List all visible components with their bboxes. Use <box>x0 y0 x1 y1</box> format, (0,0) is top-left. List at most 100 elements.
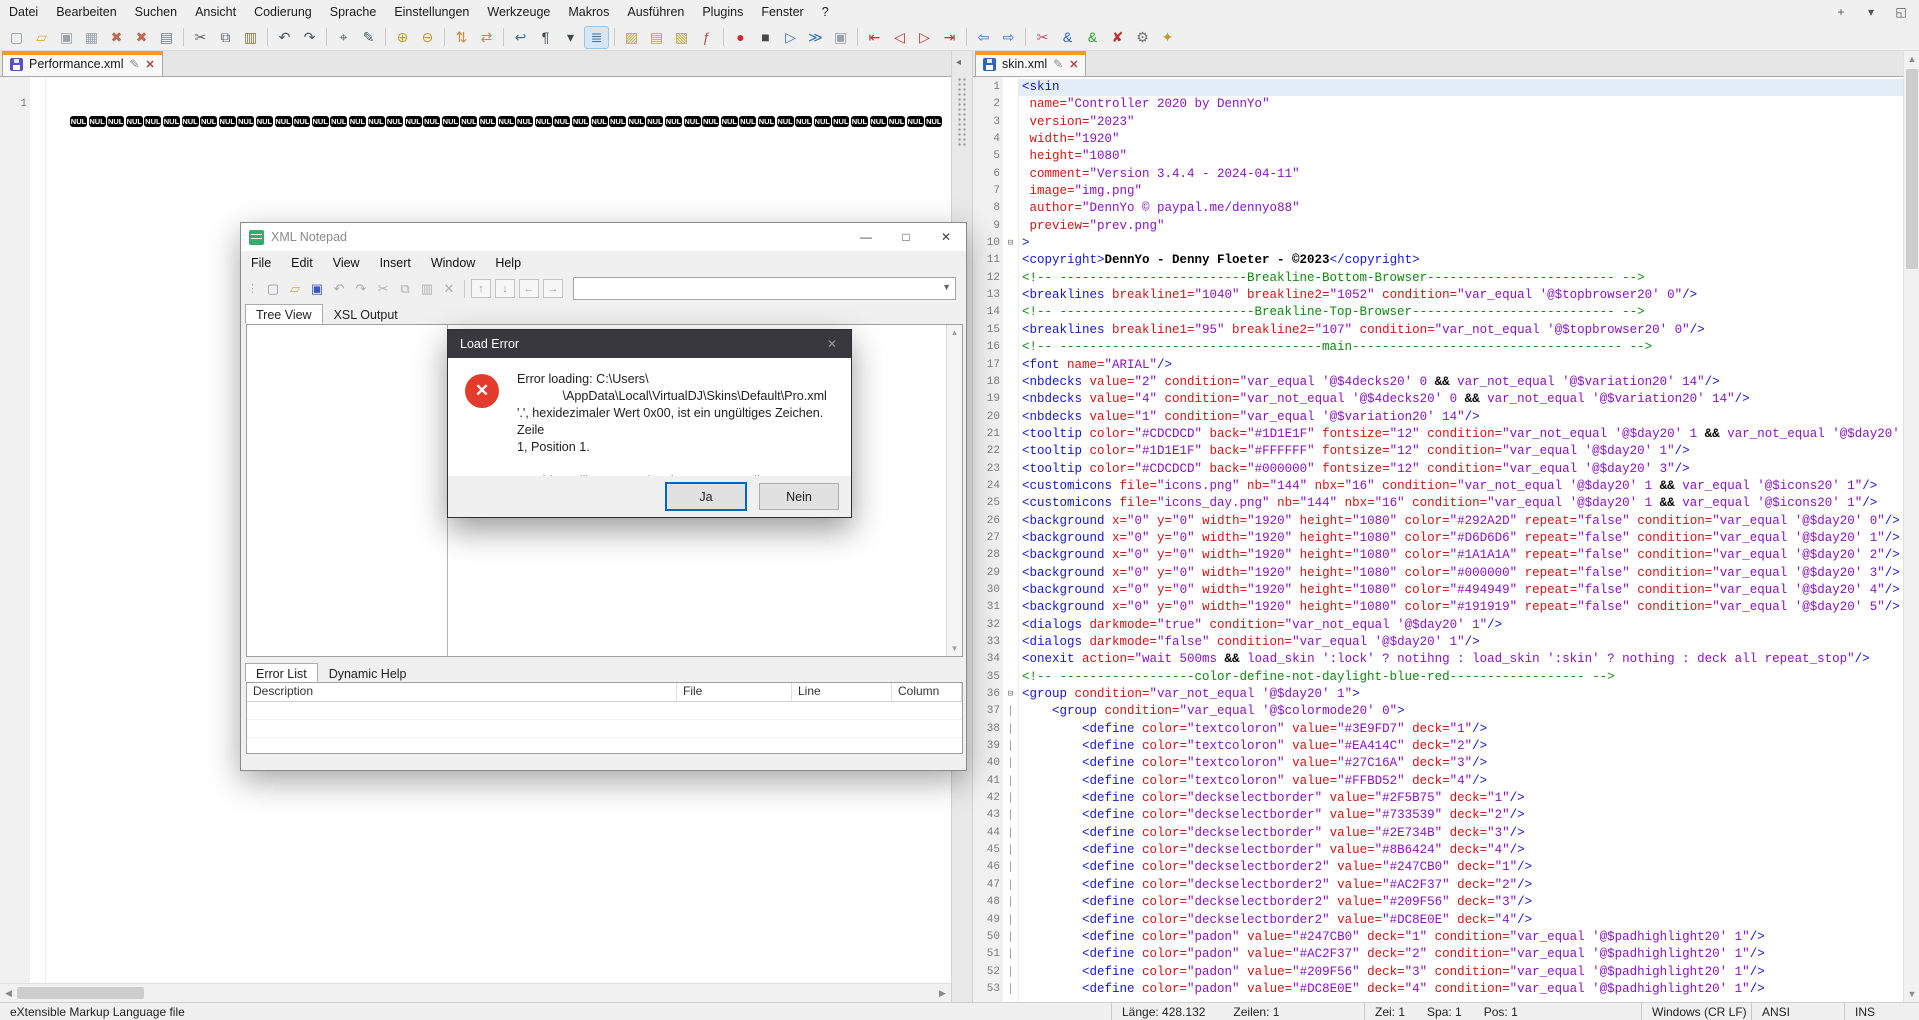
plugin-convert-entities-alt-icon[interactable]: & <box>1081 27 1104 48</box>
vscroll-thumb[interactable] <box>1906 69 1918 269</box>
last-difference-icon[interactable]: ⇥ <box>938 27 961 48</box>
column-header-line[interactable]: Line <box>792 683 892 701</box>
xn-menu-edit[interactable]: Edit <box>281 252 323 274</box>
xn-menu-window[interactable]: Window <box>421 252 485 274</box>
save-macro-icon[interactable]: ▣ <box>829 27 852 48</box>
menu-ausfhren[interactable]: Ausführen <box>618 1 693 23</box>
save-icon[interactable]: ▣ <box>55 27 78 48</box>
menu-fenster[interactable]: Fenster <box>752 1 812 23</box>
xn-menu-view[interactable]: View <box>323 252 370 274</box>
plugin-convert-entities-icon[interactable]: & <box>1056 27 1079 48</box>
scroll-down-icon[interactable]: ▼ <box>947 644 962 653</box>
dialog-titlebar[interactable]: Load Error ✕ <box>448 330 851 358</box>
right-editor[interactable]: 1<skin2 name="Controller 2020 by DennYo"… <box>973 77 1903 1002</box>
paste-icon[interactable]: ▥ <box>417 279 438 299</box>
scroll-left-icon[interactable]: ◀ <box>0 988 17 999</box>
undo-icon[interactable]: ↶ <box>273 27 296 48</box>
tab-error-list[interactable]: Error List <box>245 663 318 682</box>
open-folder-icon[interactable]: ▱ <box>30 27 53 48</box>
zoom-in-icon[interactable]: ⊕ <box>391 27 414 48</box>
nudge-right-icon[interactable]: → <box>543 279 563 298</box>
tab-tree-view[interactable]: Tree View <box>245 304 323 324</box>
save-all-icon[interactable]: ▦ <box>80 27 103 48</box>
collapse-arrow-icon[interactable]: ◂ <box>956 57 961 68</box>
chevron-down-icon[interactable]: ▼ <box>942 282 951 292</box>
scroll-up-icon[interactable]: ▲ <box>1904 54 1919 64</box>
menu-bearbeiten[interactable]: Bearbeiten <box>47 1 125 23</box>
close-icon[interactable]: ✕ <box>926 226 966 248</box>
right-vscrollbar[interactable]: ▲ ▼ <box>1903 51 1919 1002</box>
pin-icon[interactable]: ✎ <box>129 57 139 71</box>
ja-button[interactable]: Ja <box>665 482 747 511</box>
error-list-panel[interactable]: DescriptionFileLineColumn <box>246 682 963 754</box>
plugin-xml-check-icon[interactable]: ✘ <box>1106 27 1129 48</box>
chevron-down-icon[interactable]: ▾ <box>1863 5 1879 19</box>
plugin-format-icon[interactable]: ⚙ <box>1131 27 1154 48</box>
xn-menu-insert[interactable]: Insert <box>370 252 421 274</box>
cut-icon[interactable]: ✂ <box>189 27 212 48</box>
column-header-description[interactable]: Description <box>247 683 677 701</box>
close-document-icon[interactable]: ✖ <box>105 27 128 48</box>
zoom-out-icon[interactable]: ⊖ <box>416 27 439 48</box>
status-encoding[interactable]: ANSI <box>1752 1003 1845 1020</box>
open-folder-icon[interactable]: ▱ <box>285 279 306 299</box>
menu-plugins[interactable]: Plugins <box>693 1 752 23</box>
sync-horizontal-scrolling-icon[interactable]: ⇄ <box>475 27 498 48</box>
tab-xsl-output[interactable]: XSL Output <box>323 304 409 324</box>
menu-?[interactable]: ? <box>813 1 838 23</box>
left-hscrollbar[interactable]: ◀ ▶ <box>0 983 951 1002</box>
document-list-icon[interactable]: ▤ <box>645 27 668 48</box>
new-file-icon[interactable]: ▢ <box>263 279 284 299</box>
pin-icon[interactable]: ✎ <box>1053 57 1063 71</box>
minimize-icon[interactable]: — <box>846 226 886 248</box>
save-icon[interactable]: ▣ <box>307 279 328 299</box>
close-all-documents-icon[interactable]: ✖ <box>130 27 153 48</box>
menu-werkzeuge[interactable]: Werkzeuge <box>478 1 559 23</box>
first-difference-icon[interactable]: ⇤ <box>863 27 886 48</box>
redo-icon[interactable]: ↷ <box>298 27 321 48</box>
new-file-icon[interactable]: ▢ <box>5 27 28 48</box>
menu-datei[interactable]: Datei <box>0 1 47 23</box>
undo-icon[interactable]: ↶ <box>329 279 350 299</box>
play-macro-icon[interactable]: ▷ <box>779 27 802 48</box>
tab-performance-xml[interactable]: Performance.xml ✎ ✕ <box>2 51 163 76</box>
xpath-combobox[interactable]: ▼ <box>573 277 956 300</box>
paste-icon[interactable]: ▥ <box>239 27 262 48</box>
xn-menu-file[interactable]: File <box>241 252 281 274</box>
delete-icon[interactable]: ✕ <box>439 279 460 299</box>
function-list-icon[interactable]: ƒ <box>695 27 718 48</box>
nein-button[interactable]: Nein <box>759 483 839 510</box>
close-tab-icon[interactable]: ✕ <box>1069 58 1078 71</box>
sync-vertical-scrolling-icon[interactable]: ⇅ <box>450 27 473 48</box>
navigate-back-icon[interactable]: ⇦ <box>972 27 995 48</box>
column-header-file[interactable]: File <box>677 683 792 701</box>
replace-icon[interactable]: ✎ <box>357 27 380 48</box>
indent-guide-icon[interactable]: ≣ <box>584 26 609 49</box>
splitter-grip[interactable] <box>957 77 967 147</box>
xml-notepad-titlebar[interactable]: XML Notepad —□✕ <box>241 223 966 251</box>
menu-ansicht[interactable]: Ansicht <box>186 1 245 23</box>
show-all-characters-icon[interactable]: ¶ <box>534 27 557 48</box>
new-tab-icon[interactable]: + <box>1833 5 1849 19</box>
copy-icon[interactable]: ⧉ <box>395 279 416 299</box>
menu-suchen[interactable]: Suchen <box>126 1 186 23</box>
menu-codierung[interactable]: Codierung <box>245 1 321 23</box>
column-header-column[interactable]: Column <box>892 683 962 701</box>
close-icon[interactable]: ✕ <box>813 337 851 351</box>
navigate-forward-icon[interactable]: ⇨ <box>997 27 1020 48</box>
menu-sprache[interactable]: Sprache <box>321 1 386 23</box>
stop-recording-icon[interactable]: ■ <box>754 27 777 48</box>
restore-window-icon[interactable]: ◱ <box>1893 5 1909 19</box>
status-insert-mode[interactable]: INS <box>1845 1003 1919 1020</box>
run-macro-multiple-times-icon[interactable]: ≫ <box>804 27 827 48</box>
print-icon[interactable]: ▤ <box>155 27 178 48</box>
word-wrap-icon[interactable]: ↩ <box>509 27 532 48</box>
nudge-up-icon[interactable]: ↑ <box>471 279 491 298</box>
maximize-icon[interactable]: □ <box>886 226 926 248</box>
xn-menu-help[interactable]: Help <box>485 252 531 274</box>
plugin-options-icon[interactable]: ✦ <box>1156 27 1179 48</box>
menu-makros[interactable]: Makros <box>559 1 618 23</box>
previous-difference-icon[interactable]: ◁ <box>888 27 911 48</box>
show-symbols-dropdown-icon[interactable]: ▾ <box>559 27 582 48</box>
folder-as-workspace-icon[interactable]: ▧ <box>670 27 693 48</box>
